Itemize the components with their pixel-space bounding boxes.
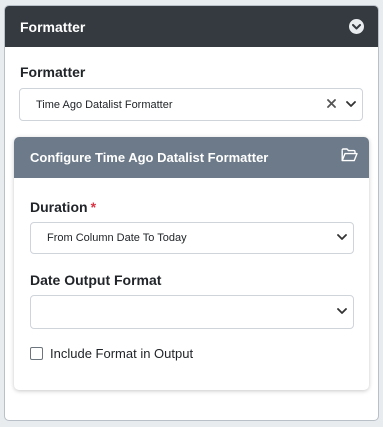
duration-label: Duration * xyxy=(30,199,96,215)
chevron-down-icon xyxy=(337,232,347,244)
folder-open-icon[interactable] xyxy=(341,148,358,167)
include-format-row[interactable]: Include Format in Output xyxy=(30,346,193,361)
include-format-label[interactable]: Include Format in Output xyxy=(50,346,193,361)
date-output-format-label: Date Output Format xyxy=(30,272,162,288)
chevron-down-circle-icon[interactable] xyxy=(349,19,364,34)
duration-label-text: Duration xyxy=(30,199,88,215)
formatter-panel: Formatter Formatter Time Ago Datalist Fo… xyxy=(4,5,379,421)
close-icon[interactable] xyxy=(327,98,336,111)
required-marker: * xyxy=(90,199,97,215)
formatter-select[interactable]: Time Ago Datalist Formatter xyxy=(19,88,363,121)
formatter-label: Formatter xyxy=(20,64,86,80)
configure-card-header: Configure Time Ago Datalist Formatter xyxy=(14,137,369,178)
configure-card: Configure Time Ago Datalist Formatter Du… xyxy=(14,137,369,390)
chevron-down-icon xyxy=(337,306,347,318)
date-output-format-select[interactable] xyxy=(30,295,354,329)
formatter-select-value: Time Ago Datalist Formatter xyxy=(36,98,173,111)
duration-select[interactable]: From Column Date To Today xyxy=(30,222,354,254)
configure-card-title: Configure Time Ago Datalist Formatter xyxy=(30,150,269,165)
chevron-down-icon[interactable] xyxy=(346,99,356,111)
duration-select-value: From Column Date To Today xyxy=(47,232,187,244)
include-format-checkbox[interactable] xyxy=(30,347,43,360)
panel-title: Formatter xyxy=(20,18,86,35)
panel-header[interactable]: Formatter xyxy=(5,6,378,47)
